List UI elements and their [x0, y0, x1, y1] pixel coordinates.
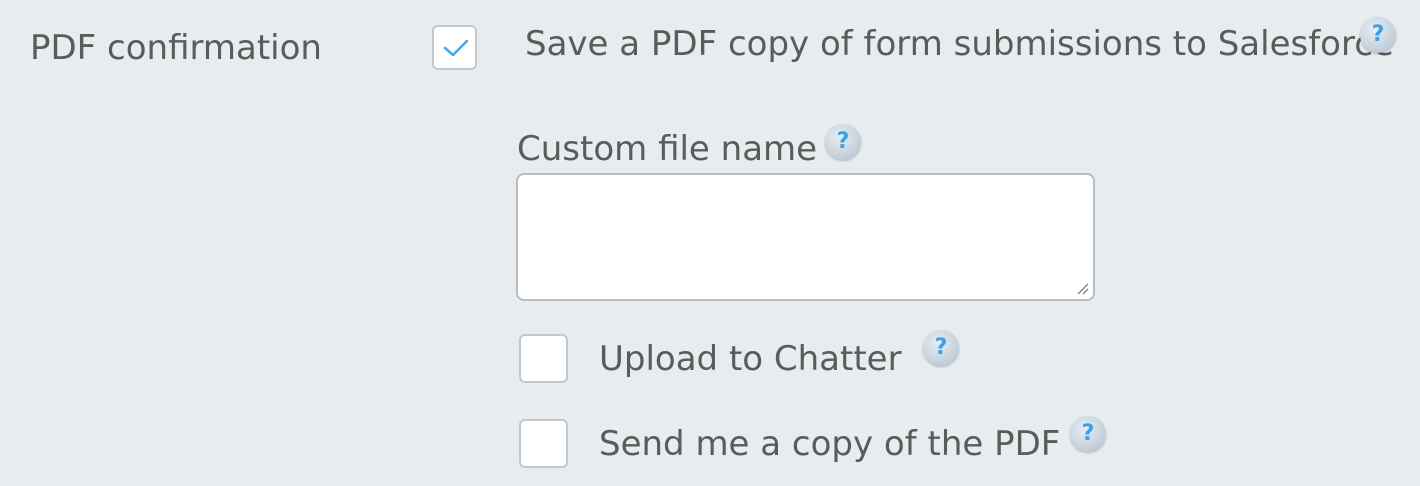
save-pdf-checkbox[interactable] [432, 25, 477, 70]
section-label: PDF confirmation [30, 28, 322, 68]
upload-chatter-help-icon[interactable]: ? [923, 330, 959, 366]
upload-chatter-label: Upload to Chatter [599, 339, 902, 379]
custom-file-name-help-icon[interactable]: ? [825, 124, 861, 160]
save-pdf-help-icon[interactable]: ? [1360, 17, 1396, 53]
send-copy-checkbox[interactable] [519, 419, 568, 468]
send-copy-help-icon[interactable]: ? [1070, 416, 1106, 452]
upload-chatter-checkbox[interactable] [519, 334, 568, 383]
checkmark-icon [443, 39, 469, 57]
custom-file-name-textarea[interactable] [516, 173, 1095, 301]
send-copy-label: Send me a copy of the PDF [599, 424, 1061, 464]
resize-grip-icon[interactable] [1075, 281, 1089, 295]
custom-file-name-label: Custom file name [517, 129, 818, 169]
save-pdf-label: Save a PDF copy of form submissions to S… [525, 24, 1394, 64]
